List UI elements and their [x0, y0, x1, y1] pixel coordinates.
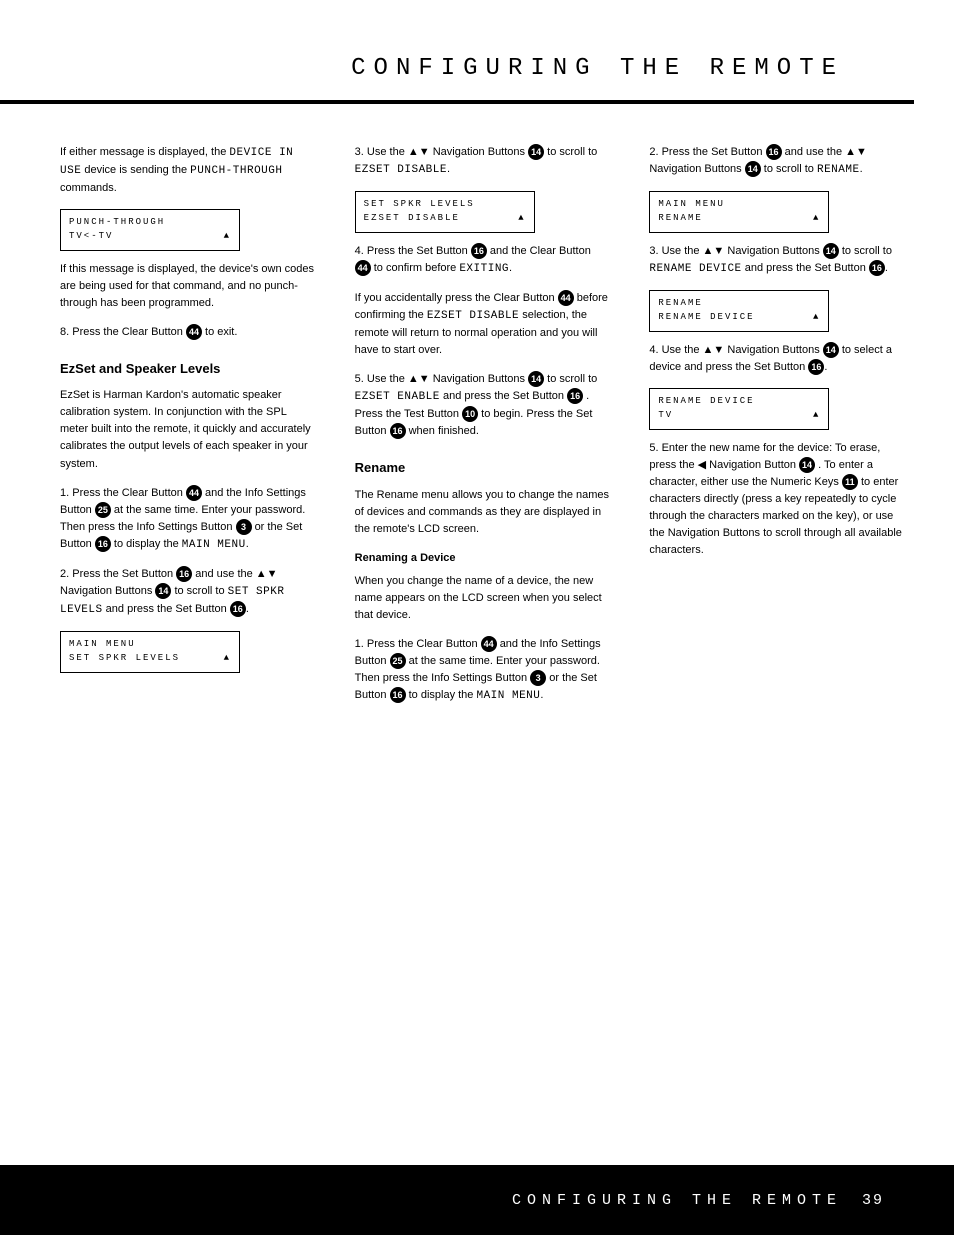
lcd-display: SET SPKR LEVELS EZSET DISABLE ▲ [355, 191, 535, 233]
button-badge: 3 [530, 670, 546, 686]
paragraph: 3. Use the ▲▼ Navigation Buttons 14 to s… [355, 144, 610, 179]
button-badge: 16 [766, 144, 782, 160]
lcd-display: MAIN MENU SET SPKR LEVELS ▲ [60, 631, 240, 673]
paragraph: 8. Press the Clear Button 44 to exit. [60, 324, 315, 341]
button-badge: 44 [355, 260, 371, 276]
button-badge: 3 [236, 519, 252, 535]
button-badge: 14 [745, 161, 761, 177]
content-area: If either message is displayed, the DEVI… [0, 104, 954, 717]
button-badge: 14 [528, 371, 544, 387]
page-header: CONFIGURING THE REMOTE [0, 0, 914, 104]
lcd-line: SET SPKR LEVELS [69, 652, 231, 666]
paragraph: 4. Press the Set Button 16 and the Clear… [355, 243, 610, 278]
paragraph: When you change the name of a device, th… [355, 573, 610, 624]
lcd-line: RENAME DEVICE [658, 311, 820, 325]
button-badge: 11 [842, 474, 858, 490]
button-badge: 10 [462, 406, 478, 422]
button-badge: 16 [390, 687, 406, 703]
paragraph: If either message is displayed, the DEVI… [60, 144, 315, 197]
paragraph: 4. Use the ▲▼ Navigation Buttons 14 to s… [649, 342, 904, 376]
lcd-line: MAIN MENU [69, 638, 231, 652]
lcd-display: RENAME DEVICE TV ▲ [649, 388, 829, 430]
paragraph: If this message is displayed, the device… [60, 261, 315, 312]
lcd-display: PUNCH-THROUGH TV<-TV ▲ [60, 209, 240, 251]
up-arrow-icon: ▲ [518, 212, 525, 226]
up-arrow-icon: ▲ [224, 652, 231, 666]
paragraph: 1. Press the Clear Button 44 and the Inf… [60, 485, 315, 554]
paragraph: 3. Use the ▲▼ Navigation Buttons 14 to s… [649, 243, 904, 278]
up-arrow-icon: ▲ [813, 212, 820, 226]
column-1: If either message is displayed, the DEVI… [60, 144, 315, 717]
section-heading: EzSet and Speaker Levels [60, 359, 315, 379]
paragraph: 2. Press the Set Button 16 and use the ▲… [649, 144, 904, 179]
lcd-line: SET SPKR LEVELS [364, 198, 526, 212]
button-badge: 14 [528, 144, 544, 160]
page-number: 39 [862, 1192, 884, 1209]
button-badge: 16 [869, 260, 885, 276]
button-badge: 14 [823, 342, 839, 358]
lcd-line: MAIN MENU [658, 198, 820, 212]
button-badge: 16 [176, 566, 192, 582]
subsection-heading: Renaming a Device [355, 550, 610, 567]
paragraph: If you accidentally press the Clear Butt… [355, 290, 610, 359]
footer-title: CONFIGURING THE REMOTE [512, 1192, 842, 1209]
lcd-line: RENAME [658, 297, 820, 311]
header-title: CONFIGURING THE REMOTE [351, 55, 844, 82]
up-arrow-icon: ▲ [813, 409, 820, 423]
lcd-line: TV [658, 409, 820, 423]
button-badge: 25 [390, 653, 406, 669]
button-badge: 14 [823, 243, 839, 259]
button-badge: 44 [186, 485, 202, 501]
paragraph: The Rename menu allows you to change the… [355, 487, 610, 538]
lcd-display: MAIN MENU RENAME ▲ [649, 191, 829, 233]
lcd-display: RENAME RENAME DEVICE ▲ [649, 290, 829, 332]
paragraph: EzSet is Harman Kardon's automatic speak… [60, 387, 315, 472]
button-badge: 16 [95, 536, 111, 552]
column-2: 3. Use the ▲▼ Navigation Buttons 14 to s… [355, 144, 610, 717]
lcd-line: PUNCH-THROUGH [69, 216, 231, 230]
page-footer: CONFIGURING THE REMOTE 39 [0, 1165, 954, 1235]
paragraph: 1. Press the Clear Button 44 and the Inf… [355, 636, 610, 705]
button-badge: 44 [186, 324, 202, 340]
button-badge: 14 [155, 583, 171, 599]
up-arrow-icon: ▲ [813, 311, 820, 325]
button-badge: 16 [230, 601, 246, 617]
up-arrow-icon: ▲ [224, 230, 231, 244]
lcd-line: EZSET DISABLE [364, 212, 526, 226]
button-badge: 44 [481, 636, 497, 652]
lcd-line: TV<-TV [69, 230, 231, 244]
paragraph: 5. Use the ▲▼ Navigation Buttons 14 to s… [355, 371, 610, 440]
button-badge: 16 [390, 423, 406, 439]
paragraph: 2. Press the Set Button 16 and use the ▲… [60, 566, 315, 619]
button-badge: 16 [567, 388, 583, 404]
paragraph: 5. Enter the new name for the device: To… [649, 440, 904, 559]
column-3: 2. Press the Set Button 16 and use the ▲… [649, 144, 904, 717]
button-badge: 25 [95, 502, 111, 518]
button-badge: 16 [808, 359, 824, 375]
button-badge: 16 [471, 243, 487, 259]
lcd-line: RENAME DEVICE [658, 395, 820, 409]
lcd-line: RENAME [658, 212, 820, 226]
section-heading: Rename [355, 458, 610, 478]
button-badge: 14 [799, 457, 815, 473]
button-badge: 44 [558, 290, 574, 306]
